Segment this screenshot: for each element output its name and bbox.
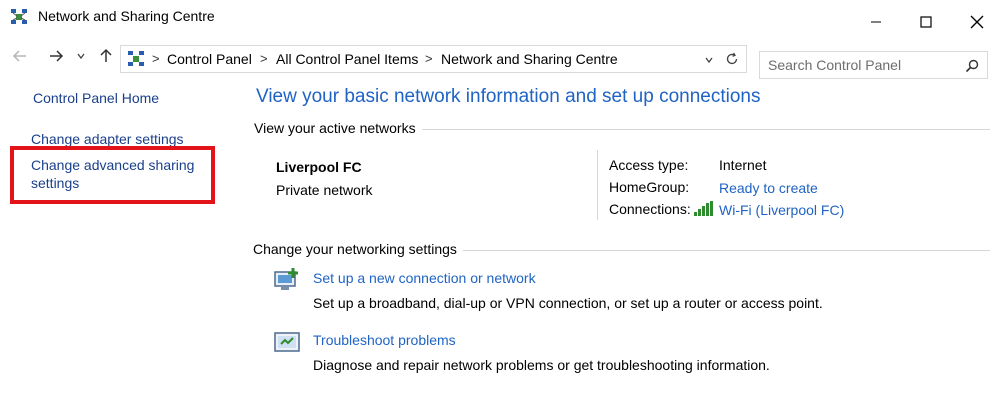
new-connection-icon xyxy=(274,268,298,290)
change-settings-heading: Change your networking settings xyxy=(253,241,463,257)
active-networks-heading: View your active networks xyxy=(254,120,422,136)
network-sharing-icon xyxy=(11,9,27,24)
title-bar: Network and Sharing Centre xyxy=(0,0,1000,38)
control-panel-home-link[interactable]: Control Panel Home xyxy=(33,90,159,106)
breadcrumb-network-sharing[interactable]: Network and Sharing Centre xyxy=(441,51,618,67)
breadcrumb-separator[interactable]: > xyxy=(260,51,268,66)
troubleshoot-link[interactable]: Troubleshoot problems xyxy=(313,332,456,348)
change-adapter-settings-link[interactable]: Change adapter settings xyxy=(31,131,184,147)
access-type-value: Internet xyxy=(719,157,767,173)
connections-label: Connections: xyxy=(609,201,691,217)
search-icon[interactable] xyxy=(965,59,979,73)
maximize-button[interactable] xyxy=(903,6,949,38)
access-type-label: Access type: xyxy=(609,157,689,173)
homegroup-link[interactable]: Ready to create xyxy=(719,180,818,196)
network-type: Private network xyxy=(276,182,373,198)
setup-connection-link[interactable]: Set up a new connection or network xyxy=(313,270,536,286)
minimize-button[interactable] xyxy=(853,6,899,38)
control-panel-icon xyxy=(128,51,144,66)
minimize-icon xyxy=(871,21,881,23)
up-icon xyxy=(100,48,112,62)
troubleshoot-icon xyxy=(274,332,300,352)
breadcrumb-separator[interactable]: > xyxy=(152,51,160,66)
back-icon xyxy=(12,50,26,62)
homegroup-label: HomeGroup: xyxy=(609,179,690,195)
page-title: View your basic network information and … xyxy=(256,86,761,107)
section-divider xyxy=(414,129,990,130)
refresh-icon[interactable] xyxy=(725,52,739,66)
wifi-signal-icon xyxy=(694,201,713,216)
recent-locations-icon xyxy=(77,53,85,60)
back-button[interactable] xyxy=(8,44,32,68)
breadcrumb-separator[interactable]: > xyxy=(425,51,433,66)
window-title: Network and Sharing Centre xyxy=(38,8,215,24)
breadcrumb-control-panel[interactable]: Control Panel xyxy=(167,51,252,67)
close-icon xyxy=(970,15,984,29)
search-placeholder[interactable]: Search Control Panel xyxy=(768,57,901,73)
setup-connection-description: Set up a broadband, dial-up or VPN conne… xyxy=(313,295,823,311)
troubleshoot-description: Diagnose and repair network problems or … xyxy=(313,357,770,373)
maximize-icon xyxy=(920,16,932,28)
up-button[interactable] xyxy=(94,44,118,68)
section-divider xyxy=(459,250,990,251)
address-bar[interactable]: > Control Panel > All Control Panel Item… xyxy=(120,45,747,73)
wifi-connection-link[interactable]: Wi-Fi (Liverpool FC) xyxy=(719,202,844,218)
forward-button[interactable] xyxy=(44,44,68,68)
search-input[interactable]: Search Control Panel xyxy=(759,51,988,79)
breadcrumb-all-items[interactable]: All Control Panel Items xyxy=(276,51,418,67)
dropdown-icon[interactable] xyxy=(704,55,714,65)
recent-locations-button[interactable] xyxy=(72,44,90,68)
network-divider xyxy=(597,150,598,220)
close-button[interactable] xyxy=(954,6,1000,38)
highlight-box xyxy=(10,146,215,204)
network-name: Liverpool FC xyxy=(276,159,362,175)
forward-icon xyxy=(50,50,64,62)
